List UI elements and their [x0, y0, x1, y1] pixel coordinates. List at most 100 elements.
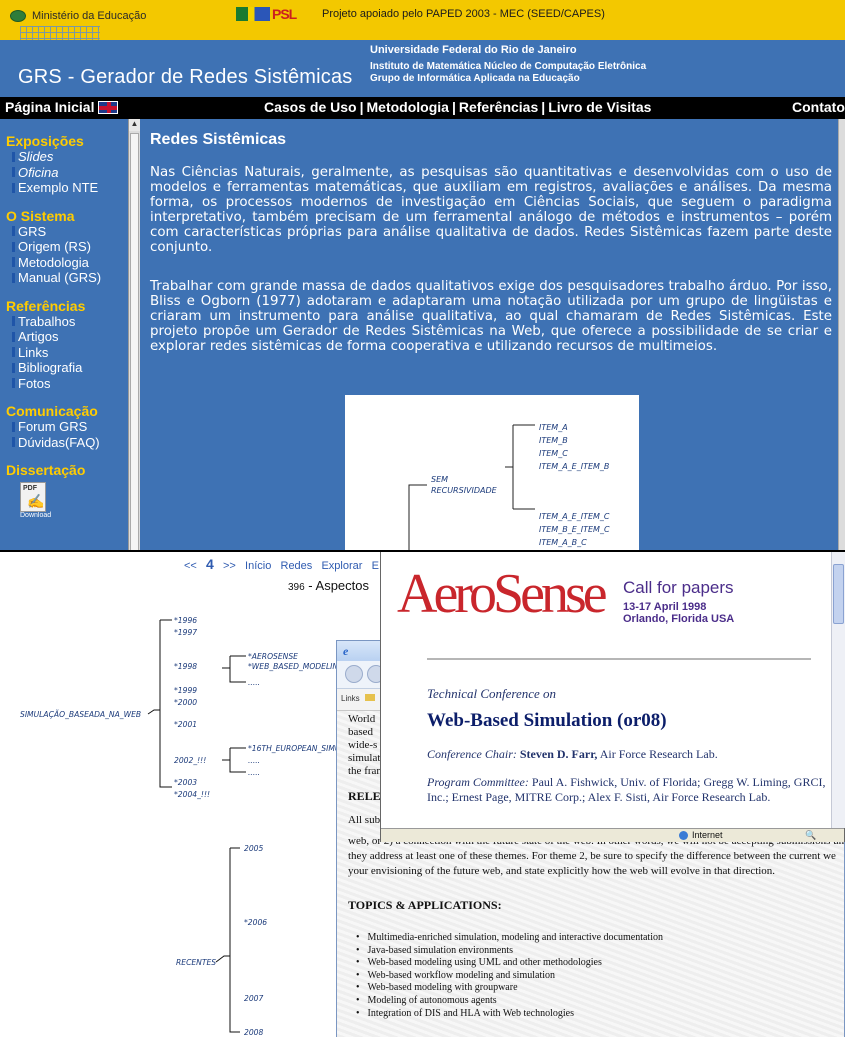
- tree-recent-year[interactable]: *2006: [244, 918, 267, 927]
- tree-year[interactable]: *2003: [174, 778, 197, 787]
- aerosense-logo: AeroSense: [397, 563, 608, 625]
- nav-link-metodologia[interactable]: Metodologia: [367, 99, 449, 115]
- sidebar-item-oficina[interactable]: Oficina: [12, 165, 128, 181]
- tree-recent-year[interactable]: 2008: [244, 1028, 263, 1037]
- tree-year[interactable]: *2001: [174, 720, 197, 729]
- sidebar-item-slides[interactable]: Slides: [12, 149, 128, 165]
- sidebar-item-forum[interactable]: Forum GRS: [12, 419, 128, 435]
- conference-title: Web-Based Simulation (or08): [427, 710, 667, 731]
- nav-separator: |: [451, 99, 456, 115]
- tree-sub-item[interactable]: .....: [248, 768, 260, 777]
- nav-link-contato[interactable]: Contato: [792, 99, 845, 115]
- sidebar-item-origem[interactable]: Origem (RS): [12, 239, 128, 255]
- diagram-item: ITEM_B_E_ITEM_C: [539, 525, 610, 534]
- intro-paragraph-2: Trabalhar com grande massa de dados qual…: [150, 279, 832, 354]
- page-text-fragment: simulat: [348, 752, 381, 764]
- tree-sub-item[interactable]: *16TH_EUROPEAN_SIMU: [248, 744, 340, 753]
- site-title[interactable]: GRS - Gerador de Redes Sistêmicas: [18, 66, 353, 89]
- diagram-item: ITEM_B: [539, 436, 568, 445]
- sidebar-item-metodologia[interactable]: Metodologia: [12, 255, 128, 271]
- nav-link-referencias[interactable]: Referências: [459, 99, 538, 115]
- links-label[interactable]: Links: [341, 694, 360, 703]
- ie-logo-icon: e: [343, 644, 349, 658]
- site-header: GRS - Gerador de Redes Sistêmicas Univer…: [0, 40, 845, 95]
- sidebar-item-grs[interactable]: GRS: [12, 224, 128, 240]
- tree-sub-item[interactable]: *AEROSENSE: [248, 652, 298, 661]
- tree-year[interactable]: *1997: [174, 628, 197, 637]
- sidebar-item-links[interactable]: Links: [12, 345, 128, 361]
- nav-link-casos[interactable]: Casos de Uso: [264, 99, 357, 115]
- acrobat-icon: ✍: [27, 493, 45, 509]
- topic-item: Web-based workflow modeling and simulati…: [356, 970, 663, 983]
- sidebar-item-manual[interactable]: Manual (GRS): [12, 270, 128, 286]
- zoom-icon[interactable]: 🔍: [805, 830, 816, 841]
- tree-year[interactable]: *1998: [174, 662, 197, 671]
- tree-recent-year[interactable]: 2005: [244, 844, 263, 853]
- left-sidebar: Exposições Slides Oficina Exemplo NTE O …: [0, 119, 128, 550]
- nav-home-link[interactable]: Página Inicial: [5, 99, 119, 115]
- ministry-emblem-icon: [10, 10, 26, 22]
- ministry-link[interactable]: Ministério da Educação: [10, 8, 146, 24]
- sidebar-item-fotos[interactable]: Fotos: [12, 376, 128, 392]
- tree-year[interactable]: *1996: [174, 616, 197, 625]
- globe-icon: [679, 831, 688, 840]
- internet-zone-label: Internet: [692, 830, 723, 840]
- tree-year[interactable]: *2004_!!!: [174, 790, 210, 799]
- nav-home-label: Página Inicial: [5, 99, 95, 115]
- tree-year[interactable]: *2000: [174, 698, 197, 707]
- nav-links: Casos de Uso | Metodologia | Referências…: [264, 99, 651, 115]
- divider: [427, 658, 811, 660]
- section-title-dissertacao: Dissertação: [6, 462, 86, 478]
- diagram-root-label: SEM: [431, 475, 449, 484]
- tree-year[interactable]: *1999: [174, 686, 197, 695]
- sidebar-item-bibliografia[interactable]: Bibliografia: [12, 360, 128, 376]
- page-text-fragment: World: [348, 713, 376, 725]
- tree-lines: [147, 619, 246, 1033]
- scrollbar-thumb[interactable]: [130, 133, 139, 550]
- page-text-fragment: the fran: [348, 765, 382, 777]
- nav-link-livro[interactable]: Livro de Visitas: [548, 99, 651, 115]
- technical-conference-label: Technical Conference on: [427, 686, 557, 701]
- sidebar-item-duvidas[interactable]: Dúvidas(FAQ): [12, 435, 128, 451]
- content-scrollbar[interactable]: [838, 119, 845, 550]
- topic-item: Web-based modeling with groupware: [356, 982, 663, 995]
- sidebar-item-exemplo-nte[interactable]: Exemplo NTE: [12, 180, 128, 196]
- topic-item: Web-based modeling using UML and other m…: [356, 957, 663, 970]
- english-flag-icon[interactable]: [98, 100, 119, 114]
- browser-status-bar: Internet 🔍: [381, 828, 844, 842]
- tree-sub-item[interactable]: *WEB_BASED_MODELIN: [248, 662, 338, 671]
- topic-item: Multimedia-enriched simulation, modeling…: [356, 932, 663, 945]
- pdf-download-caption[interactable]: Download: [20, 512, 128, 519]
- tree-recent-year[interactable]: 2007: [244, 994, 263, 1003]
- grs-page-screenshot: Ministério da Educação PSL Projeto apoia…: [0, 0, 845, 550]
- tree-root-label[interactable]: SIMULAÇÃO_BASEADA_NA_WEB: [20, 710, 141, 719]
- ministry-label: Ministério da Educação: [32, 10, 147, 22]
- folder-icon[interactable]: [364, 694, 375, 701]
- sidebar-item-artigos[interactable]: Artigos: [12, 329, 128, 345]
- section-title-exposicoes: Exposições: [6, 133, 84, 149]
- tree-sub-item[interactable]: .....: [248, 756, 260, 765]
- pdf-icon-label: PDF: [23, 485, 37, 492]
- tree-year[interactable]: 2002_!!!: [174, 756, 206, 765]
- sidebar-item-trabalhos[interactable]: Trabalhos: [12, 314, 128, 330]
- section-title-comunicacao: Comunicação: [6, 403, 98, 419]
- top-nav-bar: Página Inicial Casos de Uso | Metodologi…: [0, 97, 845, 119]
- network-view-screenshot: << 4 >> Início Redes Explorar E 396 - As…: [0, 550, 845, 1037]
- institute-text: Instituto de Matemática Núcleo de Comput…: [370, 61, 646, 85]
- aerosense-scrollbar[interactable]: [831, 552, 845, 828]
- psl-logo-text: PSL: [272, 6, 297, 22]
- back-button-icon[interactable]: [345, 665, 363, 683]
- conference-dates: 13-17 April 1998 Orlando, Florida USA: [623, 601, 734, 625]
- tree-sub-item[interactable]: .....: [248, 678, 260, 687]
- nav-truncated[interactable]: E: [372, 560, 379, 572]
- diagram-item: ITEM_A_E_ITEM_B: [539, 462, 610, 471]
- conference-chair: Conference Chair: Steven D. Farr, Air Fo…: [427, 747, 718, 762]
- pdf-download-icon[interactable]: PDF ✍: [20, 482, 46, 512]
- diagram-item: ITEM_A_E_ITEM_C: [539, 512, 610, 521]
- tree-recentes-label[interactable]: RECENTES: [176, 958, 216, 967]
- sidebar-scrollbar[interactable]: ▲: [128, 119, 140, 550]
- scroll-up-arrow-icon[interactable]: ▲: [129, 119, 140, 131]
- chair-name: Steven D. Farr,: [519, 747, 598, 761]
- psl-logo[interactable]: PSL: [236, 6, 297, 22]
- scrollbar-thumb[interactable]: [833, 564, 844, 624]
